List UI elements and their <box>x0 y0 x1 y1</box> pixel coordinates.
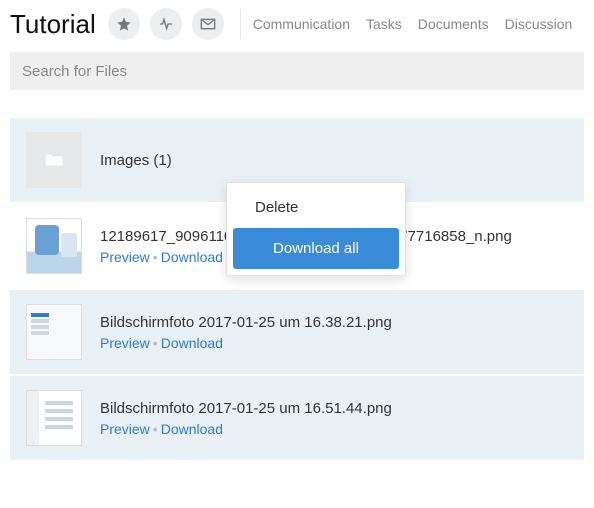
preview-link[interactable]: Preview <box>100 249 150 265</box>
nav-tabs: Communication Tasks Documents Discussion <box>253 16 573 32</box>
tab-tasks[interactable]: Tasks <box>366 16 402 32</box>
file-thumbnail <box>26 390 82 446</box>
star-icon[interactable] <box>108 8 140 40</box>
folder-icon <box>26 132 82 188</box>
file-row[interactable]: Bildschirmfoto 2017-01-25 um 16.51.44.pn… <box>10 376 584 460</box>
tab-documents[interactable]: Documents <box>418 16 489 32</box>
download-link[interactable]: Download <box>161 335 223 351</box>
file-thumbnail <box>26 218 82 274</box>
activity-icon[interactable] <box>150 8 182 40</box>
file-actions: Preview•Download <box>100 335 568 351</box>
divider <box>240 9 241 39</box>
menu-delete[interactable]: Delete <box>233 189 399 226</box>
file-name: Bildschirmfoto 2017-01-25 um 16.38.21.pn… <box>100 314 568 331</box>
file-name: Bildschirmfoto 2017-01-25 um 16.51.44.pn… <box>100 400 568 417</box>
menu-download-all[interactable]: Download all <box>233 228 399 269</box>
separator: • <box>153 249 158 265</box>
file-list: Images (1) 12189617_909611099103286_6085… <box>0 118 594 460</box>
download-link[interactable]: Download <box>161 421 223 437</box>
file-row[interactable]: Bildschirmfoto 2017-01-25 um 16.38.21.pn… <box>10 290 584 374</box>
file-thumbnail <box>26 304 82 360</box>
preview-link[interactable]: Preview <box>100 335 150 351</box>
tab-discussion[interactable]: Discussion <box>505 16 573 32</box>
mail-icon[interactable] <box>192 8 224 40</box>
separator: • <box>153 335 158 351</box>
tab-communication[interactable]: Communication <box>253 16 350 32</box>
search-input[interactable] <box>10 52 584 90</box>
page-title: Tutorial <box>10 9 96 40</box>
file-actions: Preview•Download <box>100 421 568 437</box>
preview-link[interactable]: Preview <box>100 421 150 437</box>
top-bar: Tutorial Communication Tasks Documents D… <box>0 0 594 52</box>
search-wrap <box>0 52 594 90</box>
separator: • <box>153 421 158 437</box>
folder-label: Images (1) <box>100 152 568 169</box>
download-link[interactable]: Download <box>161 249 223 265</box>
context-menu: Delete Download all <box>226 182 406 276</box>
